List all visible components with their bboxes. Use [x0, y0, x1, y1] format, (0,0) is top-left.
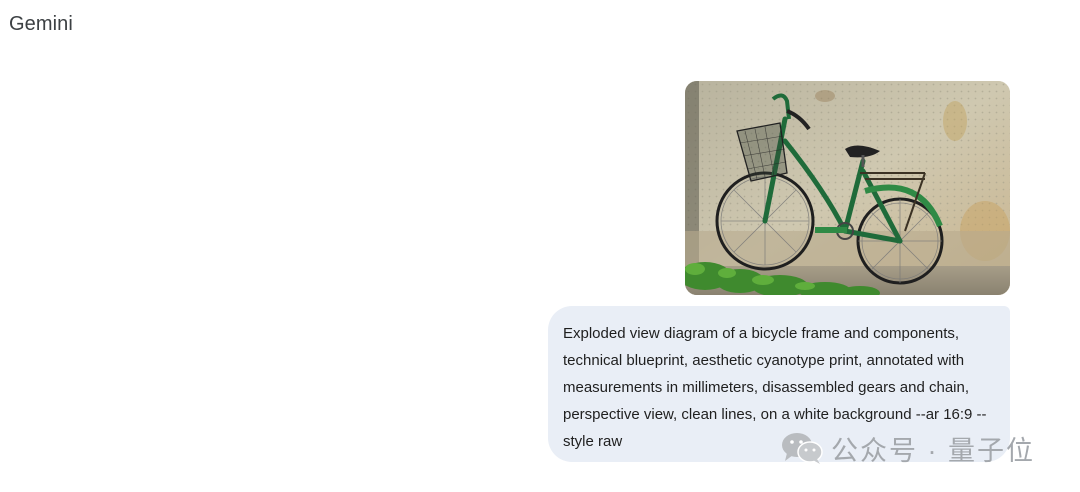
uploaded-bicycle-image[interactable]	[685, 81, 1010, 295]
bicycle-photo	[685, 81, 1010, 295]
watermark: 公众号 · 量子位	[781, 428, 1035, 468]
app-title: Gemini	[9, 13, 73, 35]
wechat-logo-icon	[782, 433, 823, 464]
gemini-chat-page: Gemini Exploded view diagram of a bicycl…	[0, 0, 1080, 492]
watermark-text: 公众号 · 量子位	[831, 435, 1035, 466]
